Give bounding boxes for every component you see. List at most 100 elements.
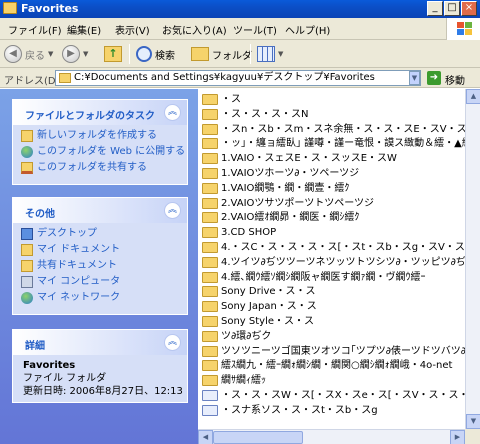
list-item[interactable]: Sony Drive・ス・ス xyxy=(202,284,480,299)
views-button[interactable]: ▼ xyxy=(257,43,283,65)
address-dropdown-button[interactable]: ▼ xyxy=(409,71,420,85)
list-item[interactable]: 4.繧､繝ｳ繧ｿ繝ｼ繝阪ャ繝医す繝ｧ繝・ヴ繝ｳ繧ｰ xyxy=(202,270,480,285)
folder-up-icon: ↑ xyxy=(104,46,122,62)
folder-icon xyxy=(202,301,218,313)
search-icon xyxy=(136,46,152,62)
place-my-computer[interactable]: マイ コンピュータ xyxy=(13,274,187,290)
list-item[interactable]: 4.・スC・ス・ス・ス・ス[・スt・スb・スg・スV・ス・スス・スb・スs・ス・… xyxy=(202,240,480,255)
menu-tools[interactable]: ツール(T) xyxy=(233,22,277,37)
forward-button[interactable]: ▶ ▼ xyxy=(62,43,88,65)
folder-icon xyxy=(3,2,17,14)
views-icon xyxy=(257,46,275,62)
folder-icon xyxy=(202,197,218,209)
scroll-left-button[interactable]: ◀ xyxy=(198,430,213,444)
menu-view[interactable]: 表示(V) xyxy=(115,22,150,37)
panel-header[interactable]: 詳細 ︽ xyxy=(13,330,187,355)
list-item-label: Sony Drive・ス・ス xyxy=(221,286,316,298)
list-item[interactable]: ツ∂環∂ぢク xyxy=(202,329,480,344)
folder-icon xyxy=(202,212,218,224)
up-button[interactable]: ↑ xyxy=(104,43,122,65)
list-item[interactable]: 1.VAIOツホーツ∂・ツペーツジ xyxy=(202,166,480,181)
list-item-label: ツソツニーツゴ国東ツオツコ｢ツプツ∂俵ーツドツバツ∂ぢドツ｡So-net xyxy=(221,345,480,357)
list-item[interactable]: ・ス xyxy=(202,92,480,107)
task-label: このフォルダを共有する xyxy=(37,162,147,173)
folder-icon xyxy=(202,168,218,179)
list-item-label: 3.CD SHOP xyxy=(221,227,277,239)
folder-icon xyxy=(59,73,71,83)
list-item-label: 1.VAIO・スェスE・ス・スッスE・スW xyxy=(221,153,397,165)
new-folder-icon xyxy=(21,130,33,142)
collapse-chevron-icon[interactable]: ︽ xyxy=(164,334,181,351)
task-share-folder[interactable]: このフォルダを共有する xyxy=(13,160,187,176)
list-item[interactable]: 2.VAIOツサツポーツトツペーツジ xyxy=(202,196,480,211)
folder-icon xyxy=(202,182,218,194)
shortcut-icon xyxy=(202,404,218,416)
list-item[interactable]: ・ス・ス・スW・ス[・スX・スe・ス[・スV・ス・ス・ス・スK・スC・スh xyxy=(202,388,480,403)
go-arrow-icon[interactable]: ➜ xyxy=(427,71,441,85)
place-label: マイ コンピュータ xyxy=(37,276,121,287)
list-item-label: 2.VAIO繧ｵ繝昴・繝医・繝ｼ繧ｸ xyxy=(221,212,360,224)
address-input[interactable]: C:¥Documents and Settings¥kagyuu¥デスクトップ¥… xyxy=(55,70,421,86)
list-item[interactable]: 1.VAIO・スェスE・ス・スッスE・スW xyxy=(202,151,480,166)
search-button[interactable]: 検索 xyxy=(136,43,175,65)
panel-header[interactable]: その他 ︽ xyxy=(13,198,187,223)
list-item[interactable]: ・ッ｣・纏ョ繧臥｣ 謹噂・謹ー竜恨・謨ス緻動＆繧・▲繧ｦ繧・ッ xyxy=(202,136,480,151)
list-item[interactable]: Sony Japan・ス・ス xyxy=(202,299,480,314)
list-item[interactable]: ・スナ系ソス・ス・スt・スb・スg xyxy=(202,403,480,418)
panel-header[interactable]: ファイルとフォルダのタスク ︽ xyxy=(13,100,187,125)
folders-button[interactable]: フォルダ xyxy=(191,43,252,65)
place-shared-documents[interactable]: 共有ドキュメント xyxy=(13,258,187,274)
folder-icon xyxy=(202,345,218,357)
scroll-down-button[interactable]: ▼ xyxy=(466,414,480,429)
list-item[interactable]: ・ス・ス・ス・スN xyxy=(202,107,480,122)
place-my-documents[interactable]: マイ ドキュメント xyxy=(13,242,187,258)
vertical-scrollbar[interactable]: ▲ ▼ xyxy=(465,89,480,429)
back-button[interactable]: ◀ 戻る ▼ xyxy=(4,43,53,65)
scrollbar-corner xyxy=(465,429,480,444)
list-item[interactable]: ・スn・スb・スm・スネ余無・ス・ス・スE・スV・ス・スE・スy・ス・ス・ス・ス… xyxy=(202,122,480,137)
collapse-chevron-icon[interactable]: ︽ xyxy=(164,202,181,219)
collapse-chevron-icon[interactable]: ︽ xyxy=(164,104,181,121)
list-item[interactable]: 4.ツイツ∂ぢツツーツネツッツトツシツ∂・ツッピツ∂ぢグ xyxy=(202,255,480,270)
task-new-folder[interactable]: 新しいフォルダを作成する xyxy=(13,128,187,144)
toolbar: ◀ 戻る ▼ ▶ ▼ ↑ 検索 フォルダ ▼ xyxy=(0,40,480,68)
list-item[interactable]: 1.VAIO繝鶚・繝・繝壹・繧ｸ xyxy=(202,181,480,196)
share-folder-icon xyxy=(21,162,33,174)
place-label: デスクトップ xyxy=(37,228,97,239)
minimize-button[interactable]: _ xyxy=(427,1,443,16)
forward-arrow-icon: ▶ xyxy=(62,45,80,63)
menu-help[interactable]: ヘルプ(H) xyxy=(285,22,330,37)
list-item[interactable]: 2.VAIO繧ｵ繝昴・繝医・繝ｼ繧ｸ xyxy=(202,210,480,225)
place-desktop[interactable]: デスクトップ xyxy=(13,226,187,242)
address-label: アドレス(D) xyxy=(4,76,60,87)
list-item[interactable]: 繝ｻ繝ｨ繧ｯ xyxy=(202,373,480,388)
go-button[interactable]: 移動 xyxy=(445,72,465,87)
task-label: 新しいフォルダを作成する xyxy=(37,130,157,141)
detail-name: Favorites xyxy=(23,360,76,371)
windows-logo-icon xyxy=(446,18,480,40)
list-item[interactable]: ツソツニーツゴ国東ツオツコ｢ツプツ∂俵ーツドツバツ∂ぢドツ｡So-net xyxy=(202,344,480,359)
maximize-button[interactable]: □ xyxy=(444,1,460,16)
task-pane: ファイルとフォルダのタスク ︽ 新しいフォルダを作成する このフォルダを Web… xyxy=(0,89,198,444)
task-publish-web[interactable]: このフォルダを Web に公開する xyxy=(13,144,187,160)
menu-file[interactable]: ファイル(F) xyxy=(8,22,62,37)
list-item[interactable]: Sony Style・ス・ス xyxy=(202,314,480,329)
scroll-thumb[interactable] xyxy=(213,431,303,444)
list-item[interactable]: 3.CD SHOP xyxy=(202,225,480,240)
horizontal-scrollbar[interactable]: ◀ ▶ xyxy=(198,429,465,444)
place-label: マイ ドキュメント xyxy=(37,244,121,255)
list-item-label: 繝ｻ繝ｨ繧ｯ xyxy=(221,375,266,387)
scroll-right-button[interactable]: ▶ xyxy=(450,430,465,444)
list-item[interactable]: 繧ｽ繝九・繧ｰ繝ｫ繝ｼ繝・繝関○繝ｼ繝ｫ繝峨・4o-net xyxy=(202,358,480,373)
list-item-label: ・ス・ス・ス・スN xyxy=(221,108,309,120)
task-label: このフォルダを Web に公開する xyxy=(37,146,186,157)
menu-edit[interactable]: 編集(E) xyxy=(67,22,101,37)
folders-label: フォルダ xyxy=(212,50,252,62)
scroll-up-button[interactable]: ▲ xyxy=(466,89,480,104)
detail-type: ファイル フォルダ xyxy=(23,373,107,384)
detail-modified: 更新日時: 2006年8月27日、12:13 xyxy=(23,386,183,397)
place-my-network[interactable]: マイ ネットワーク xyxy=(13,290,187,306)
close-button[interactable]: × xyxy=(461,1,477,16)
list-item-label: 1.VAIOツホーツ∂・ツペーツジ xyxy=(221,168,360,179)
menu-favorites[interactable]: お気に入り(A) xyxy=(162,22,227,37)
